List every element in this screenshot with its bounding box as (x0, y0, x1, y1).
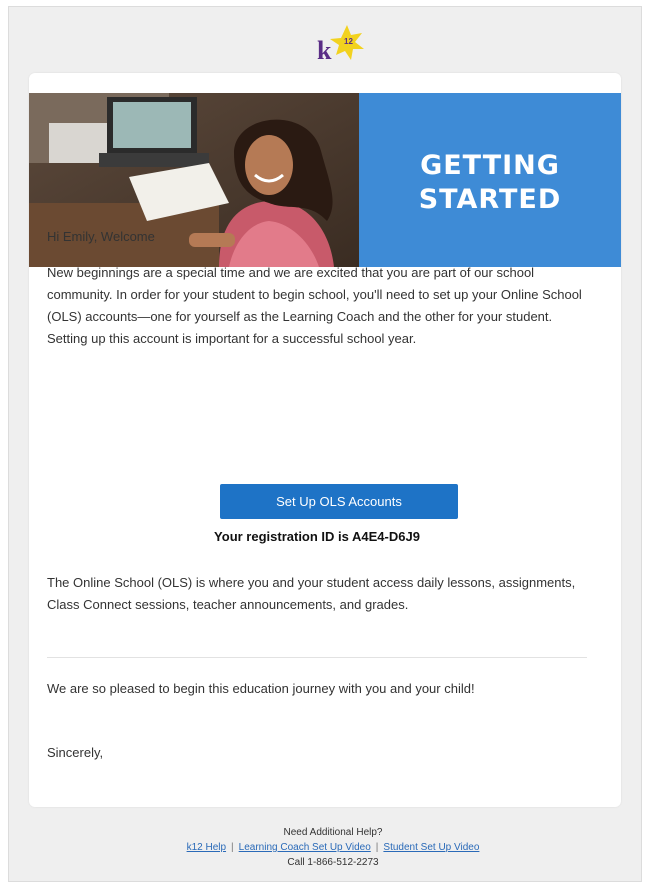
link-separator: | (375, 842, 379, 853)
k12-logo-12: 12 (344, 37, 353, 46)
getting-started-banner: GETTING STARTED (359, 93, 621, 267)
help-links: k12 Help | Learning Coach Set Up Video | Stu… (17, 840, 648, 855)
registration-id-text: Your registration ID is A4E4-D6J9 (214, 529, 420, 544)
banner-title-line1: GETTING (420, 150, 560, 181)
support-phone: Call 1-866-512-2273 (287, 857, 379, 868)
k12-logo-k: k (317, 36, 332, 65)
banner-title: GETTING STARTED (359, 149, 621, 217)
k12-logo-graphic: k 12 (317, 25, 364, 65)
k12-help-link[interactable]: k12 Help (187, 842, 226, 853)
banner-title-line2: STARTED (418, 184, 562, 215)
k12-logo: k 12 (309, 21, 371, 67)
learning-coach-video-link[interactable]: Learning Coach Set Up Video (239, 842, 371, 853)
ols-description-paragraph: The Online School (OLS) is where you and… (47, 575, 576, 612)
link-separator: | (231, 842, 234, 853)
content-divider (47, 657, 587, 658)
email-footer: Need Additional Help? k12 Help | Learning … (17, 825, 648, 870)
intro-paragraph: New beginnings are a special time and we… (47, 265, 582, 346)
email-frame: k 12 GETTING STARTED Hi Emily, Welcome N… (8, 6, 642, 882)
signoff-text: Sincerely, (47, 745, 104, 760)
greeting-text: Hi Emily, Welcome (47, 229, 155, 244)
help-title: Need Additional Help? (283, 827, 383, 838)
setup-ols-accounts-button[interactable]: Set Up OLS Accounts (220, 484, 458, 519)
closing-paragraph: We are so pleased to begin this educatio… (47, 681, 475, 696)
student-video-link[interactable]: Student Set Up Video (383, 842, 479, 853)
